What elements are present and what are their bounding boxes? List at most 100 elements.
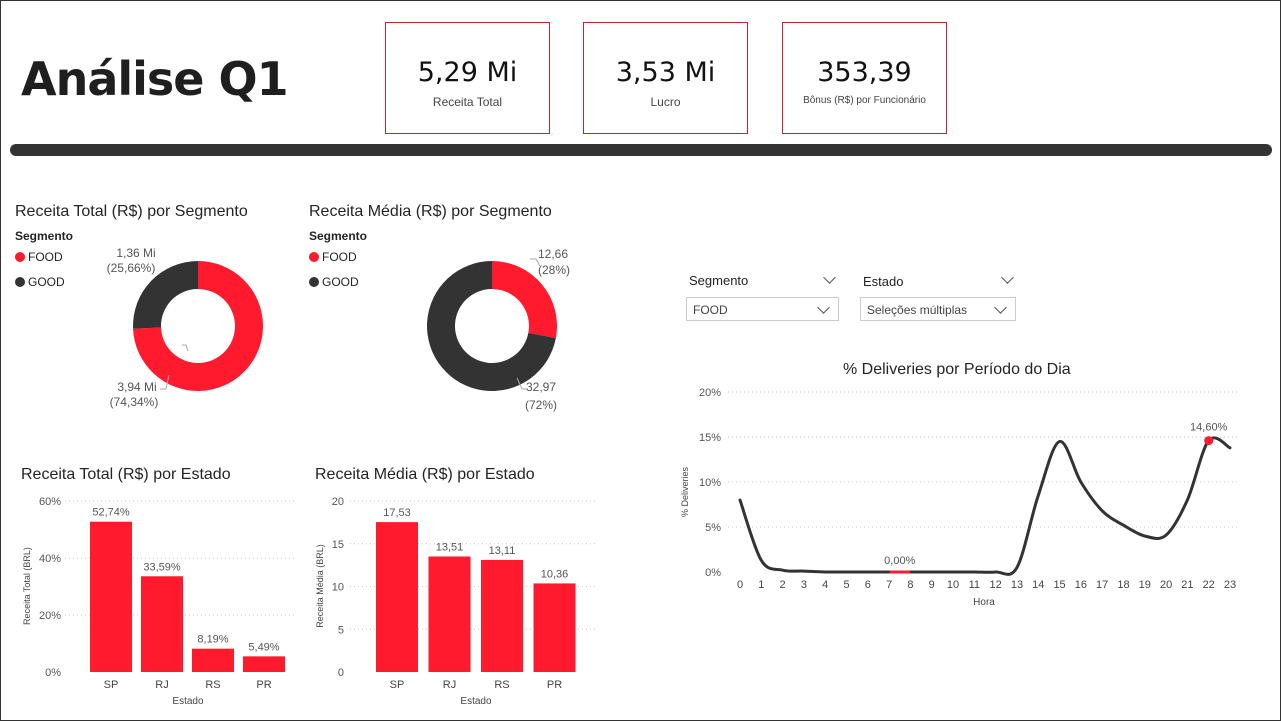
data-label-food-percent: (74,34%) bbox=[110, 395, 159, 409]
chevron-down-icon bbox=[817, 301, 830, 314]
kpi-card-receita-total[interactable]: 5,29 Mi Receita Total bbox=[385, 22, 550, 134]
header-divider bbox=[10, 144, 1272, 156]
x-tick-label: 21 bbox=[1181, 579, 1193, 591]
min-point-label: 0,00% bbox=[884, 555, 915, 567]
bar-media-chart[interactable]: 0 5 10 15 20 17,53 13,51 13,11 10,36 SP RJ RS PR Est… bbox=[305, 488, 600, 713]
page-title: Análise Q1 bbox=[21, 52, 289, 106]
bar-rj[interactable] bbox=[141, 576, 183, 672]
bar-data-label: 13,11 bbox=[489, 545, 516, 557]
slicer-segmento-dropdown[interactable]: FOOD bbox=[686, 297, 839, 321]
line-deliveries-chart[interactable]: 0%5%10%15%20%0 1 2 3 4 5 6 7 8 9 10 11 12 13 14 15 16 17 1… bbox=[670, 380, 1250, 620]
x-tick-label: 16 bbox=[1075, 579, 1087, 591]
y-tick-label: 5 bbox=[338, 624, 344, 636]
x-tick-label: 17 bbox=[1096, 579, 1108, 591]
line-deliveries-title: % Deliveries por Período do Dia bbox=[843, 361, 1071, 378]
max-point-marker[interactable] bbox=[1204, 436, 1214, 446]
x-axis-label: Hora bbox=[973, 597, 995, 608]
x-tick-label: 0 bbox=[737, 579, 743, 591]
kpi-label: Lucro bbox=[650, 95, 681, 109]
legend-item-food[interactable]: FOOD bbox=[309, 250, 357, 264]
legend-item-good[interactable]: GOOD bbox=[15, 275, 65, 289]
legend-dot-food bbox=[15, 252, 25, 262]
legend-label: FOOD bbox=[322, 250, 357, 264]
y-tick-label: 15% bbox=[699, 432, 721, 444]
bar-rj[interactable] bbox=[428, 556, 471, 672]
x-tick-label: RS bbox=[494, 679, 509, 691]
x-tick-label: SP bbox=[390, 679, 405, 691]
donut-media-chart[interactable]: 12,66 (28%) 32,97 (72%) bbox=[400, 240, 600, 420]
slicer-estado-label: Estado bbox=[863, 274, 904, 289]
bar-pr[interactable] bbox=[243, 656, 285, 672]
chevron-down-icon bbox=[994, 301, 1007, 314]
bar-rs[interactable] bbox=[192, 648, 234, 672]
bar-data-label: 13,51 bbox=[436, 541, 464, 553]
slicer-segmento-value: FOOD bbox=[693, 303, 728, 317]
donut-media-title: Receita Média (R$) por Segmento bbox=[309, 203, 552, 220]
x-tick-label: 4 bbox=[822, 579, 828, 591]
bar-data-label: 8,19% bbox=[197, 634, 228, 646]
x-tick-label: 8 bbox=[907, 579, 913, 591]
x-tick-label: 13 bbox=[1011, 579, 1023, 591]
kpi-value: 5,29 Mi bbox=[417, 57, 518, 88]
bar-pr[interactable] bbox=[533, 583, 576, 672]
donut-total-title: Receita Total (R$) por Segmento bbox=[15, 203, 248, 220]
x-tick-label: PR bbox=[547, 679, 562, 691]
slicer-estado-value: Seleções múltiplas bbox=[867, 303, 968, 317]
legend-item-food[interactable]: FOOD bbox=[15, 250, 63, 264]
x-axis-label: Estado bbox=[172, 696, 204, 707]
legend-label: GOOD bbox=[322, 275, 359, 289]
y-tick-label: 0% bbox=[45, 667, 61, 679]
x-tick-label: SP bbox=[104, 679, 119, 691]
legend-dot-good bbox=[309, 277, 319, 287]
data-label-food-value: 3,94 Mi bbox=[117, 380, 156, 394]
kpi-card-lucro[interactable]: 3,53 Mi Lucro bbox=[583, 22, 748, 134]
donut-total-legend-title: Segmento bbox=[15, 229, 74, 243]
x-tick-label: 15 bbox=[1053, 579, 1065, 591]
y-tick-label: 0 bbox=[338, 667, 344, 679]
x-tick-label: 22 bbox=[1203, 579, 1215, 591]
bar-total-title: Receita Total (R$) por Estado bbox=[21, 466, 231, 483]
y-tick-label: 60% bbox=[39, 496, 61, 508]
x-tick-label: 2 bbox=[780, 579, 786, 591]
data-label-food-percent: (28%) bbox=[538, 263, 570, 277]
leader-line bbox=[182, 344, 189, 352]
data-label-food-value: 12,66 bbox=[538, 247, 568, 261]
y-tick-label: 15 bbox=[332, 539, 344, 551]
kpi-card-bonus[interactable]: 353,39 Bônus (R$) por Funcionário bbox=[782, 22, 947, 134]
x-tick-label: 10 bbox=[947, 579, 959, 591]
bar-data-label: 5,49% bbox=[248, 641, 279, 653]
data-label-good-percent: (72%) bbox=[525, 398, 557, 412]
data-label-good-value: 32,97 bbox=[526, 380, 556, 394]
donut-total-chart[interactable]: 1,36 Mi (25,66%) 3,94 Mi (74,34%) bbox=[90, 240, 310, 420]
legend-dot-food bbox=[309, 252, 319, 262]
x-tick-label: PR bbox=[256, 679, 271, 691]
x-tick-label: 19 bbox=[1139, 579, 1151, 591]
x-tick-label: RJ bbox=[155, 679, 168, 691]
x-tick-label: 7 bbox=[886, 579, 892, 591]
y-tick-label: 10 bbox=[332, 582, 344, 594]
y-tick-label: 20 bbox=[332, 496, 344, 508]
y-axis-label: Receita Média (BRL) bbox=[315, 544, 325, 628]
x-tick-label: 6 bbox=[865, 579, 871, 591]
y-axis-label: % Deliveries bbox=[680, 466, 690, 517]
slicer-estado-dropdown[interactable]: Seleções múltiplas bbox=[860, 297, 1016, 321]
line-series bbox=[738, 436, 1232, 576]
x-tick-label: 18 bbox=[1117, 579, 1129, 591]
y-tick-label: 40% bbox=[39, 553, 61, 565]
x-axis-label: Estado bbox=[460, 696, 492, 707]
max-point-label: 14,60% bbox=[1190, 422, 1228, 434]
bar-sp[interactable] bbox=[90, 521, 132, 672]
legend-item-good[interactable]: GOOD bbox=[309, 275, 359, 289]
kpi-value: 3,53 Mi bbox=[615, 57, 716, 88]
bar-rs[interactable] bbox=[481, 559, 523, 672]
bar-total-chart[interactable]: 0% 20% 40% 60% 52,74% 33,59% 8,19% 5,49% SP RJ RS P… bbox=[10, 488, 300, 713]
y-tick-label: 10% bbox=[699, 477, 721, 489]
x-tick-label: 23 bbox=[1224, 579, 1236, 591]
bar-data-label: 52,74% bbox=[92, 507, 130, 519]
y-axis-label: Receita Total (BRL) bbox=[22, 547, 32, 625]
x-tick-label: 1 bbox=[758, 579, 764, 591]
legend-label: FOOD bbox=[28, 250, 63, 264]
x-tick-label: 11 bbox=[969, 579, 980, 591]
kpi-label: Receita Total bbox=[432, 95, 503, 109]
bar-sp[interactable] bbox=[376, 522, 418, 672]
